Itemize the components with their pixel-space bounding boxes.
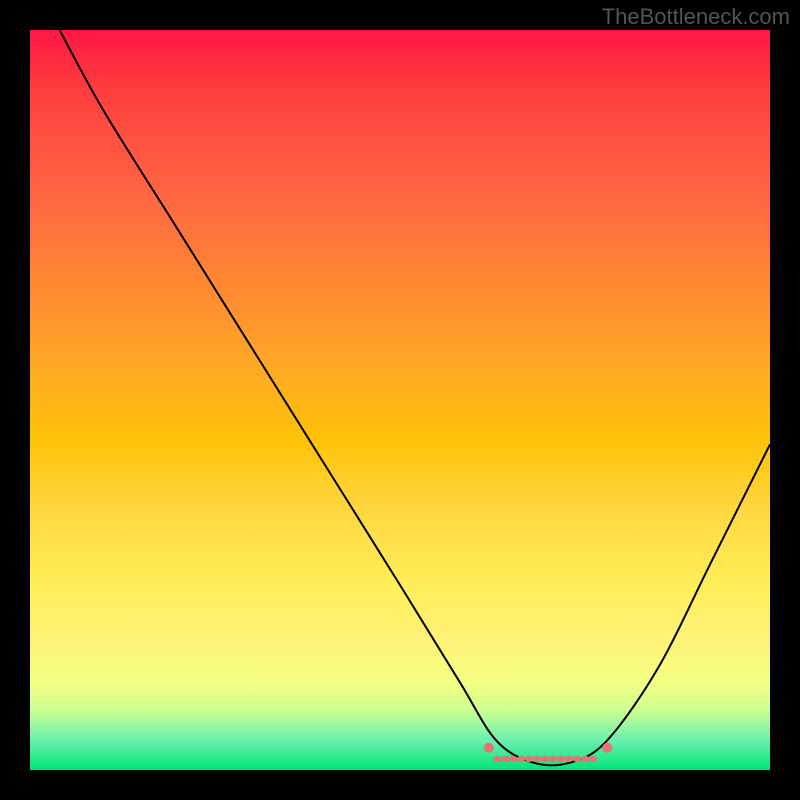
chart-svg: [30, 30, 770, 770]
bottleneck-curve: [60, 30, 770, 765]
watermark-text: TheBottleneck.com: [602, 4, 790, 30]
marker-dot: [484, 743, 494, 753]
marker-dot: [602, 743, 612, 753]
plot-area: [30, 30, 770, 770]
